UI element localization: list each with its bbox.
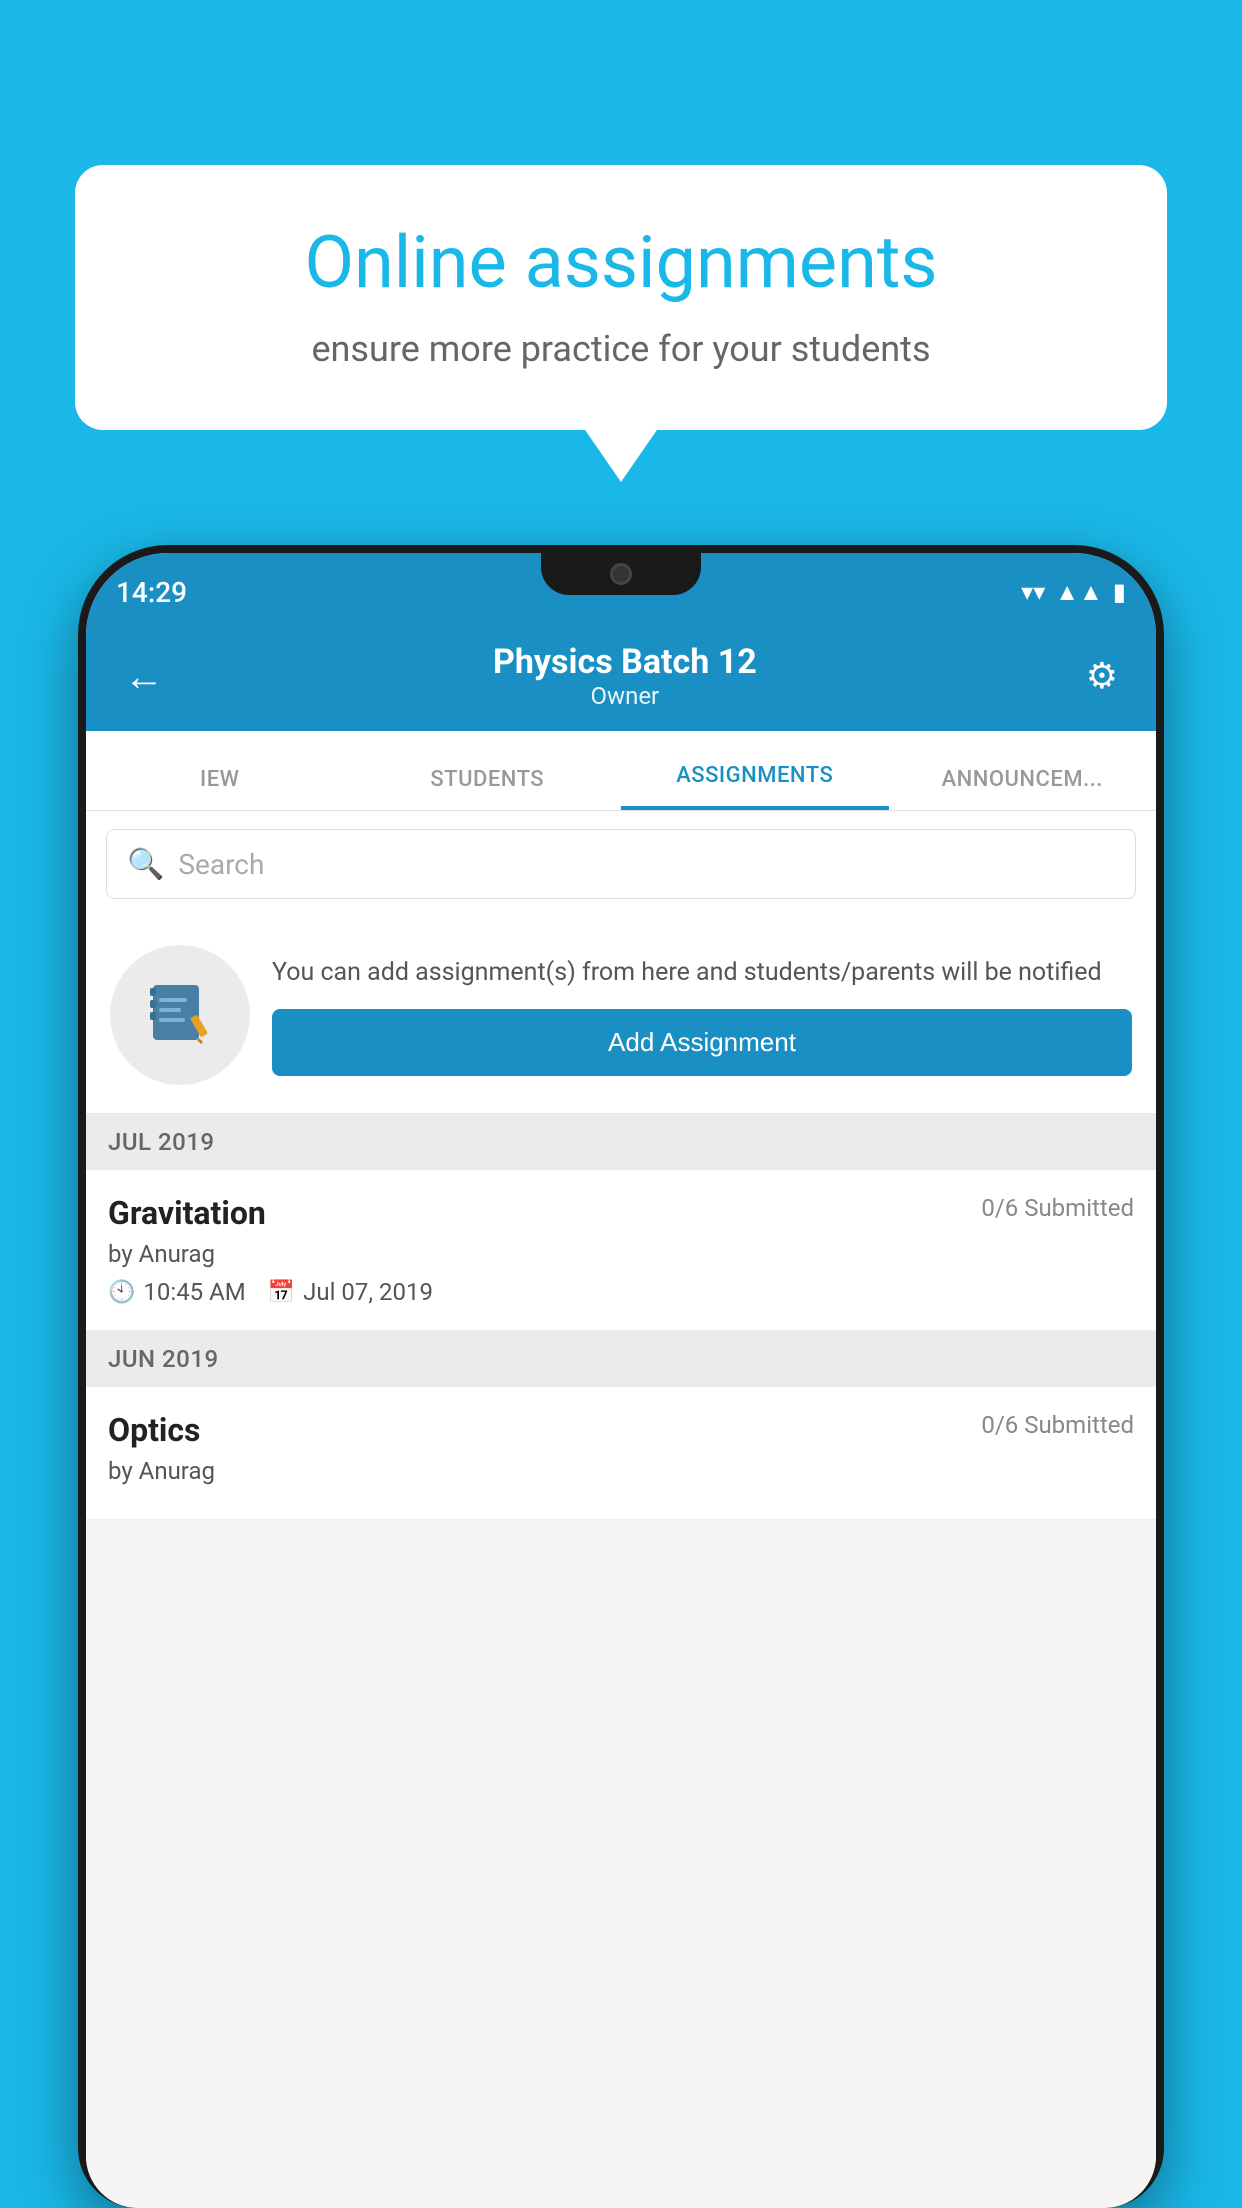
speech-bubble-subtitle: ensure more practice for your students xyxy=(140,328,1102,370)
app-bar: ← Physics Batch 12 Owner ⚙ xyxy=(86,621,1156,731)
assignment-name-gravitation: Gravitation xyxy=(108,1194,266,1232)
search-bar: 🔍 Search xyxy=(86,811,1156,917)
assignment-by-optics: by Anurag xyxy=(108,1457,1134,1485)
status-time: 14:29 xyxy=(116,566,187,609)
app-bar-subtitle: Owner xyxy=(493,682,757,710)
assignment-top: Gravitation 0/6 Submitted xyxy=(108,1194,1134,1232)
assignment-top-optics: Optics 0/6 Submitted xyxy=(108,1411,1134,1449)
notebook-icon xyxy=(145,980,215,1050)
app-bar-title: Physics Batch 12 xyxy=(493,642,757,682)
phone-notch xyxy=(541,553,701,595)
assignment-time: 🕙 10:45 AM xyxy=(108,1278,246,1306)
promo-text: You can add assignment(s) from here and … xyxy=(272,954,1132,992)
section-header-jul2019: JUL 2019 xyxy=(86,1114,1156,1170)
search-placeholder: Search xyxy=(178,848,264,881)
assignment-submitted-optics: 0/6 Submitted xyxy=(981,1411,1134,1439)
front-camera xyxy=(610,563,632,585)
add-assignment-button[interactable]: Add Assignment xyxy=(272,1009,1132,1076)
assignment-submitted-gravitation: 0/6 Submitted xyxy=(981,1194,1134,1222)
wifi-icon: ▾▾ xyxy=(1021,578,1045,606)
assignment-name-optics: Optics xyxy=(108,1411,200,1449)
settings-button[interactable]: ⚙ xyxy=(1076,645,1128,707)
status-icons: ▾▾ ▲▲ ▮ xyxy=(1021,568,1126,607)
speech-bubble: Online assignments ensure more practice … xyxy=(75,165,1167,430)
assignment-date-value: Jul 07, 2019 xyxy=(303,1278,433,1306)
tab-assignments[interactable]: ASSIGNMENTS xyxy=(621,763,889,810)
assignment-date: 📅 Jul 07, 2019 xyxy=(268,1278,433,1306)
tab-announcements[interactable]: ANNOUNCEM... xyxy=(889,767,1157,810)
assignment-time-value: 10:45 AM xyxy=(143,1278,245,1306)
clock-icon: 🕙 xyxy=(108,1280,135,1305)
speech-bubble-title: Online assignments xyxy=(140,220,1102,306)
app-bar-center: Physics Batch 12 Owner xyxy=(493,642,757,710)
search-input[interactable]: 🔍 Search xyxy=(106,829,1136,899)
speech-bubble-wrapper: Online assignments ensure more practice … xyxy=(75,165,1167,430)
back-button[interactable]: ← xyxy=(114,643,174,710)
tabs: IEW STUDENTS ASSIGNMENTS ANNOUNCEM... xyxy=(86,731,1156,811)
phone-frame: 14:29 ▾▾ ▲▲ ▮ ← Physics Batch 12 Owner ⚙… xyxy=(78,545,1164,2208)
promo-icon xyxy=(110,945,250,1085)
assignment-meta-gravitation: 🕙 10:45 AM 📅 Jul 07, 2019 xyxy=(108,1278,1134,1306)
phone-inner: 14:29 ▾▾ ▲▲ ▮ ← Physics Batch 12 Owner ⚙… xyxy=(86,553,1156,2208)
assignment-item-optics[interactable]: Optics 0/6 Submitted by Anurag xyxy=(86,1387,1156,1520)
tab-iew[interactable]: IEW xyxy=(86,767,354,810)
section-header-jun2019: JUN 2019 xyxy=(86,1331,1156,1387)
tab-students[interactable]: STUDENTS xyxy=(354,767,622,810)
content-area: 🔍 Search xyxy=(86,811,1156,2208)
promo-card: You can add assignment(s) from here and … xyxy=(86,917,1156,1114)
calendar-icon: 📅 xyxy=(268,1280,295,1305)
assignment-by-gravitation: by Anurag xyxy=(108,1240,1134,1268)
battery-icon: ▮ xyxy=(1113,578,1126,606)
promo-content: You can add assignment(s) from here and … xyxy=(272,954,1132,1077)
search-icon: 🔍 xyxy=(127,847,164,882)
assignment-item-gravitation[interactable]: Gravitation 0/6 Submitted by Anurag 🕙 10… xyxy=(86,1170,1156,1331)
signal-icon: ▲▲ xyxy=(1055,578,1103,607)
